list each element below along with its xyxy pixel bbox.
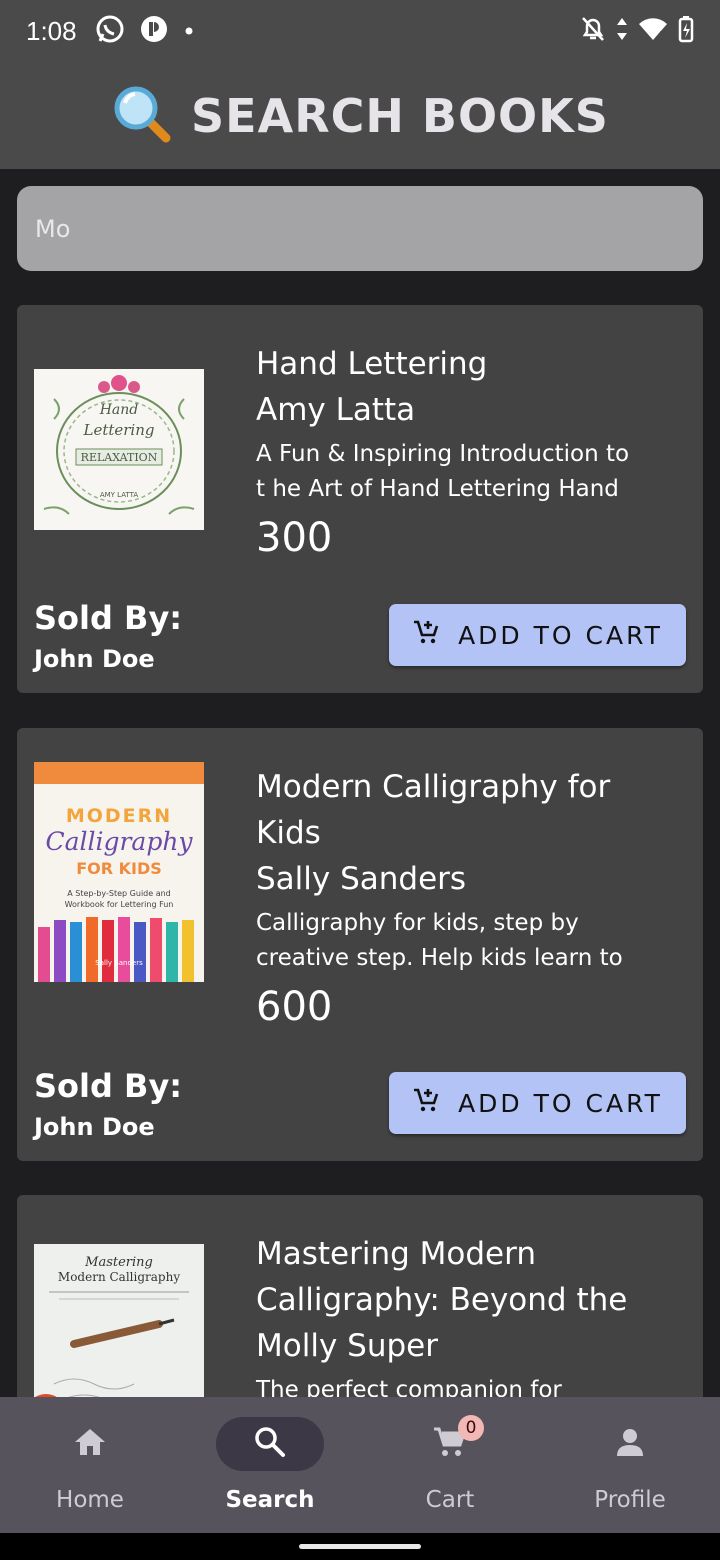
cover-text: Mastering bbox=[84, 1255, 153, 1270]
book-title-line: Kids bbox=[256, 815, 321, 851]
cover-text: FOR KIDS bbox=[76, 859, 162, 878]
book-title-line: Calligraphy: Beyond the bbox=[256, 1282, 628, 1318]
book-card: MODERN Calligraphy FOR KIDS A Step-by-St… bbox=[17, 728, 703, 1161]
book-info: Hand Lettering Amy Latta A Fun & Inspiri… bbox=[256, 341, 676, 567]
app-icon bbox=[139, 14, 169, 48]
nav-icon-container bbox=[36, 1417, 144, 1471]
home-icon bbox=[73, 1426, 107, 1462]
book-list[interactable]: Hand Lettering RELAXATION AMY LATTA Hand… bbox=[0, 305, 720, 1397]
sold-by-label: Sold By: bbox=[34, 599, 183, 637]
mute-icon bbox=[580, 15, 606, 47]
search-input[interactable]: Mo bbox=[17, 186, 703, 271]
book-description-line: The perfect companion for bbox=[256, 1377, 562, 1397]
magnifier-icon bbox=[111, 83, 173, 149]
book-card: Mastering Modern Calligraphy Mastering M… bbox=[17, 1195, 703, 1397]
whatsapp-icon bbox=[95, 14, 125, 48]
book-info: Mastering Modern Calligraphy: Beyond the… bbox=[256, 1231, 676, 1397]
bottom-nav: Home Search 0 Cart Profile bbox=[0, 1397, 720, 1533]
book-author: Amy Latta bbox=[256, 392, 416, 428]
add-to-cart-button[interactable]: ADD TO CART bbox=[389, 604, 686, 666]
gesture-bar bbox=[0, 1533, 720, 1560]
cover-text: RELAXATION bbox=[81, 451, 158, 464]
sold-by-label: Sold By: bbox=[34, 1067, 183, 1105]
book-title-line: Modern Calligraphy for bbox=[256, 769, 611, 805]
nav-label: Profile bbox=[594, 1487, 666, 1513]
book-description: The perfect companion for bbox=[256, 1373, 676, 1397]
profile-icon bbox=[614, 1426, 646, 1462]
cart-badge: 0 bbox=[458, 1415, 484, 1441]
book-author: Sally Sanders bbox=[256, 861, 467, 897]
cover-text: Workbook for Lettering Fun bbox=[65, 900, 174, 909]
book-cover: Hand Lettering RELAXATION AMY LATTA bbox=[34, 369, 204, 530]
nav-label: Cart bbox=[425, 1487, 475, 1513]
book-description-line: t he Art of Hand Lettering Hand bbox=[256, 476, 619, 502]
status-bar: 1:08 4 bbox=[0, 0, 720, 62]
svg-text:4: 4 bbox=[657, 30, 663, 41]
nav-item-search[interactable]: Search bbox=[180, 1397, 360, 1533]
cover-text: Calligraphy bbox=[45, 827, 193, 856]
book-description: Calligraphy for kids, step by creative s… bbox=[256, 906, 676, 976]
nav-label: Home bbox=[56, 1487, 124, 1513]
book-cover: MODERN Calligraphy FOR KIDS A Step-by-St… bbox=[34, 762, 204, 982]
cover-text: Sally Sanders bbox=[95, 959, 143, 967]
nav-icon-container bbox=[216, 1417, 324, 1471]
book-title: Modern Calligraphy for Kids bbox=[256, 764, 676, 856]
book-title: Hand Lettering bbox=[256, 346, 488, 382]
book-description-line: Calligraphy for kids, step by bbox=[256, 910, 579, 936]
search-input-value: Mo bbox=[35, 214, 71, 243]
add-cart-icon bbox=[412, 618, 440, 652]
nav-icon-container: 0 bbox=[396, 1415, 504, 1471]
search-icon bbox=[253, 1425, 287, 1463]
cover-text: Hand bbox=[99, 402, 139, 418]
book-author: Molly Super bbox=[256, 1328, 438, 1364]
page-title: SEARCH BOOKS bbox=[191, 88, 609, 143]
nav-item-home[interactable]: Home bbox=[0, 1397, 180, 1533]
cover-text: Modern Calligraphy bbox=[58, 1270, 180, 1284]
seller-name: John Doe bbox=[34, 1113, 155, 1141]
home-gesture-handle[interactable] bbox=[299, 1544, 421, 1549]
book-description-line: creative step. Help kids learn to bbox=[256, 945, 623, 971]
book-info: Modern Calligraphy for Kids Sally Sander… bbox=[256, 764, 676, 1036]
book-title: Mastering Modern Calligraphy: Beyond the bbox=[256, 1231, 676, 1323]
book-description: A Fun & Inspiring Introduction to t he A… bbox=[256, 437, 676, 507]
book-price: 600 bbox=[256, 984, 333, 1030]
nav-icon-container bbox=[576, 1417, 684, 1471]
nav-label: Search bbox=[225, 1487, 315, 1513]
cover-text: A Step-by-Step Guide and bbox=[67, 889, 171, 898]
seller-name: John Doe bbox=[34, 645, 155, 673]
data-icon bbox=[616, 16, 628, 46]
cover-text: MODERN bbox=[66, 805, 172, 827]
dot-icon bbox=[183, 22, 195, 41]
book-description-line: A Fun & Inspiring Introduction to bbox=[256, 441, 630, 467]
book-cover: Mastering Modern Calligraphy bbox=[34, 1244, 204, 1397]
battery-icon bbox=[678, 15, 694, 47]
nav-item-cart[interactable]: 0 Cart bbox=[360, 1397, 540, 1533]
book-price: 300 bbox=[256, 515, 333, 561]
book-title-line: Mastering Modern bbox=[256, 1236, 536, 1272]
add-to-cart-label: ADD TO CART bbox=[458, 1088, 663, 1118]
cover-text: Lettering bbox=[82, 421, 154, 439]
status-time: 1:08 bbox=[26, 15, 77, 46]
nav-item-profile[interactable]: Profile bbox=[540, 1397, 720, 1533]
wifi-icon: 4 bbox=[638, 16, 668, 46]
add-to-cart-label: ADD TO CART bbox=[458, 620, 663, 650]
add-cart-icon bbox=[412, 1086, 440, 1120]
book-card: Hand Lettering RELAXATION AMY LATTA Hand… bbox=[17, 305, 703, 693]
app-header: SEARCH BOOKS bbox=[0, 62, 720, 169]
add-to-cart-button[interactable]: ADD TO CART bbox=[389, 1072, 686, 1134]
cover-text: AMY LATTA bbox=[100, 491, 139, 499]
